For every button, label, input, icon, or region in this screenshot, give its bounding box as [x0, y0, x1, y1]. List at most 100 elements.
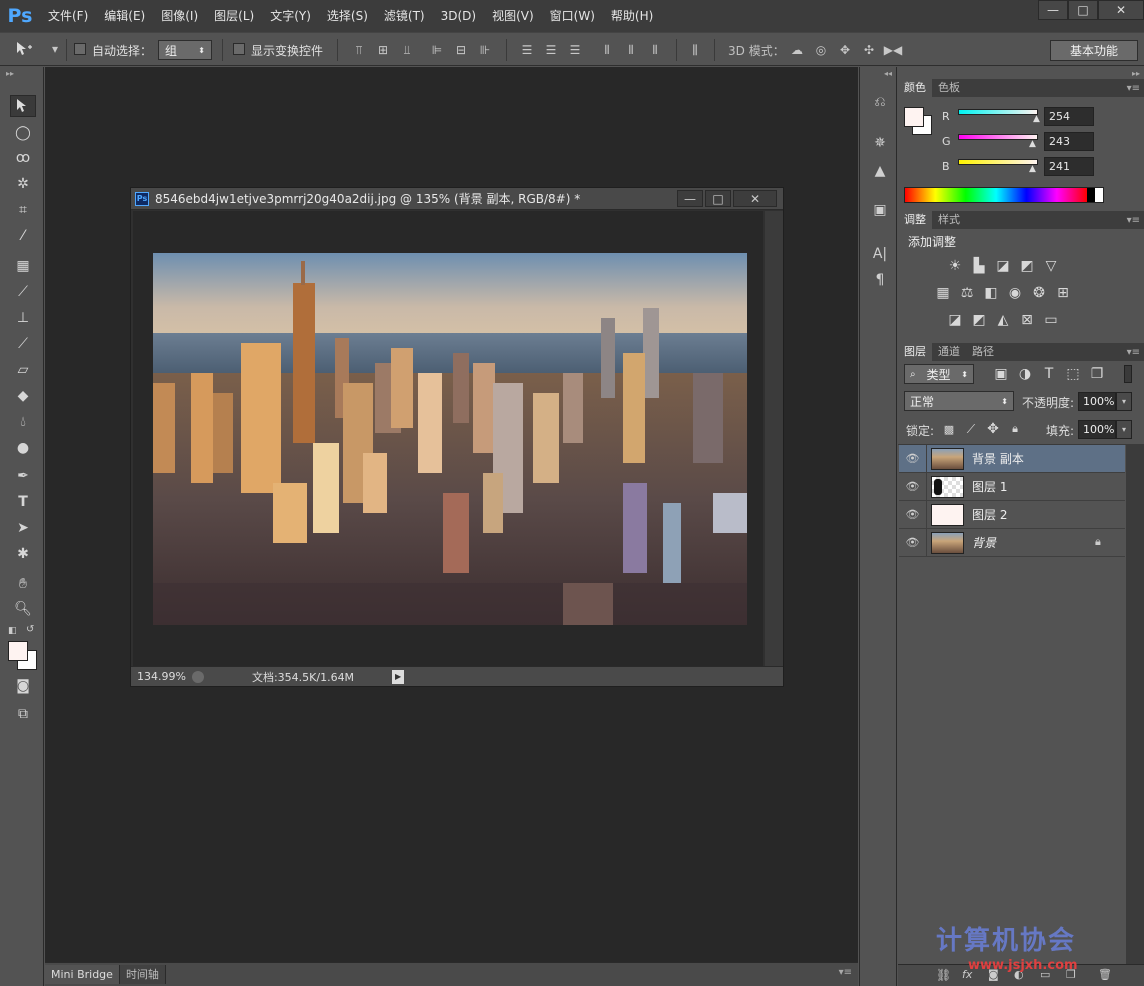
distribute-right-icon[interactable]: ⦀ [646, 41, 664, 59]
channel-mixer-icon[interactable]: ❂ [1030, 284, 1048, 302]
black-white-icon[interactable]: ◧ [982, 284, 1000, 302]
status-info-icon[interactable] [191, 670, 204, 683]
doc-minimize-button[interactable]: — [677, 190, 703, 207]
tab-color[interactable]: 颜色 [898, 79, 932, 97]
menu-view[interactable]: 视图(V) [484, 0, 542, 32]
menu-type[interactable]: 文字(Y) [262, 0, 319, 32]
document-vertical-scrollbar[interactable] [765, 211, 783, 666]
menu-file[interactable]: 文件(F) [40, 0, 96, 32]
brush-tool-icon[interactable]: ⟋ [10, 281, 36, 303]
brush-preset-panel-icon[interactable]: ✵ [869, 132, 891, 154]
maximize-button[interactable]: □ [1068, 0, 1098, 20]
magic-wand-icon[interactable]: ✲ [10, 173, 36, 195]
channel-b-slider[interactable] [958, 159, 1038, 165]
spot-healing-icon[interactable]: ▦ [10, 255, 36, 277]
show-transform-checkbox[interactable] [233, 43, 245, 55]
blend-mode-dropdown[interactable]: 正常 ⬍ [904, 391, 1014, 411]
tab-timeline[interactable]: 时间轴 [119, 965, 166, 984]
lock-position-icon[interactable]: ✥ [984, 420, 1002, 438]
menu-image[interactable]: 图像(I) [153, 0, 206, 32]
filter-pixel-icon[interactable]: ▣ [992, 365, 1010, 383]
layers-vertical-scrollbar[interactable] [1126, 444, 1144, 964]
collapse-arrows-icon[interactable]: ◂◂ [884, 69, 892, 78]
status-menu-arrow-icon[interactable]: ▶ [392, 669, 405, 684]
layer-row[interactable]: 👁︎ 背景 副本 [899, 444, 1125, 473]
filter-toggle-switch[interactable] [1124, 365, 1132, 383]
layer-row[interactable]: 👁︎ 图层 1 [899, 472, 1125, 501]
menu-filter[interactable]: 滤镜(T) [376, 0, 433, 32]
visibility-eye-icon[interactable]: 👁︎ [899, 472, 927, 501]
tab-channels[interactable]: 通道 [932, 343, 966, 361]
swap-colors-icon[interactable]: ↺ [26, 624, 34, 635]
channel-g-value[interactable]: 243 [1044, 132, 1094, 151]
custom-shape-icon[interactable]: ✱ [10, 543, 36, 565]
panel-menu-icon[interactable]: ▾≡ [1127, 215, 1140, 226]
eraser-tool-icon[interactable]: ▱ [10, 359, 36, 381]
tab-adjustments[interactable]: 调整 [898, 211, 932, 229]
document-titlebar[interactable]: Ps 8546ebd4jw1etjve3pmrrj20g40a2dij.jpg … [131, 188, 783, 210]
hue-saturation-icon[interactable]: ▦ [934, 284, 952, 302]
invert-icon[interactable]: ◪ [946, 311, 964, 329]
minimize-button[interactable]: — [1038, 0, 1068, 20]
auto-select-dropdown[interactable]: 组 ⬍ [158, 40, 212, 60]
filter-smart-object-icon[interactable]: ❐ [1088, 365, 1106, 383]
crop-tool-icon[interactable]: ⌗ [10, 199, 36, 221]
levels-icon[interactable]: ▙ [970, 257, 988, 275]
distribute-hcenter-icon[interactable]: ⦀ [622, 41, 640, 59]
3d-roll-icon[interactable]: ◎ [812, 41, 830, 59]
channel-g-slider[interactable] [958, 134, 1038, 140]
workspace-switcher[interactable]: 基本功能 [1050, 40, 1138, 61]
visibility-eye-icon[interactable]: 👁︎ [899, 528, 927, 557]
auto-select-checkbox[interactable] [74, 43, 86, 55]
paint-bucket-icon[interactable]: ◆ [10, 385, 36, 407]
menu-select[interactable]: 选择(S) [319, 0, 376, 32]
path-select-icon[interactable]: ➤ [10, 517, 36, 539]
menu-edit[interactable]: 编辑(E) [96, 0, 153, 32]
close-button[interactable]: ✕ [1098, 0, 1144, 20]
fill-dropdown-arrow-icon[interactable]: ▾ [1116, 420, 1132, 439]
screen-mode-icon[interactable]: ⧉ [10, 703, 36, 725]
tab-styles[interactable]: 样式 [932, 211, 966, 229]
filter-shape-icon[interactable]: ⬚ [1064, 365, 1082, 383]
opacity-dropdown-arrow-icon[interactable]: ▾ [1116, 392, 1132, 411]
auto-align-icon[interactable]: ⫼ [686, 41, 704, 59]
default-colors-icon[interactable]: ◧ [8, 626, 17, 636]
distribute-bottom-icon[interactable]: ☰ [566, 41, 584, 59]
channel-g-thumb-icon[interactable]: ▲ [1029, 139, 1036, 149]
align-top-icon[interactable]: ⫪ [350, 41, 368, 59]
menu-window[interactable]: 窗口(W) [542, 0, 603, 32]
history-panel-icon[interactable]: ⎌ [869, 91, 891, 113]
menu-help[interactable]: 帮助(H) [603, 0, 661, 32]
visibility-eye-icon[interactable]: 👁︎ [899, 500, 927, 529]
zoom-level[interactable]: 134.99% [137, 670, 186, 683]
foreground-color-swatch[interactable] [8, 641, 28, 661]
3d-scale-icon[interactable]: ▶◀ [884, 41, 902, 59]
align-hcenter-icon[interactable]: ⊟ [452, 41, 470, 59]
filter-adjustment-icon[interactable]: ◑ [1016, 365, 1034, 383]
exposure-icon[interactable]: ◩ [1018, 257, 1036, 275]
fill-input[interactable]: 100% [1078, 420, 1116, 439]
color-foreground-swatch[interactable] [904, 107, 924, 127]
layer-filter-dropdown[interactable]: ⌕ 类型 ⬍ [904, 364, 974, 384]
eyedropper-icon[interactable]: ⁄ [10, 225, 36, 247]
move-tool-icon[interactable] [14, 39, 34, 59]
tab-paths[interactable]: 路径 [966, 343, 1000, 361]
channel-b-value[interactable]: 241 [1044, 157, 1094, 176]
history-brush-icon[interactable]: ⟋ [10, 333, 36, 355]
clone-stamp-icon[interactable]: ⊥ [10, 307, 36, 329]
menu-layer[interactable]: 图层(L) [206, 0, 262, 32]
visibility-eye-icon[interactable]: 👁︎ [899, 444, 927, 473]
delete-layer-icon[interactable]: 🗑︎ [1098, 968, 1112, 981]
3d-pan-icon[interactable]: ✥ [836, 41, 854, 59]
gradient-map-icon[interactable]: ▭ [1042, 311, 1060, 329]
blur-tool-icon[interactable]: 💧︎ [10, 411, 36, 433]
doc-maximize-button[interactable]: □ [705, 190, 731, 207]
vibrance-icon[interactable]: ▽ [1042, 257, 1060, 275]
info-panel-icon[interactable]: ▣ [869, 199, 891, 221]
color-balance-icon[interactable]: ⚖ [958, 284, 976, 302]
document-canvas[interactable] [133, 211, 763, 666]
opacity-input[interactable]: 100% [1078, 392, 1116, 411]
tab-mini-bridge[interactable]: Mini Bridge [45, 965, 120, 984]
panel-menu-icon[interactable]: ▾≡ [839, 967, 852, 978]
hand-tool-icon[interactable]: ✋︎ [10, 573, 36, 595]
